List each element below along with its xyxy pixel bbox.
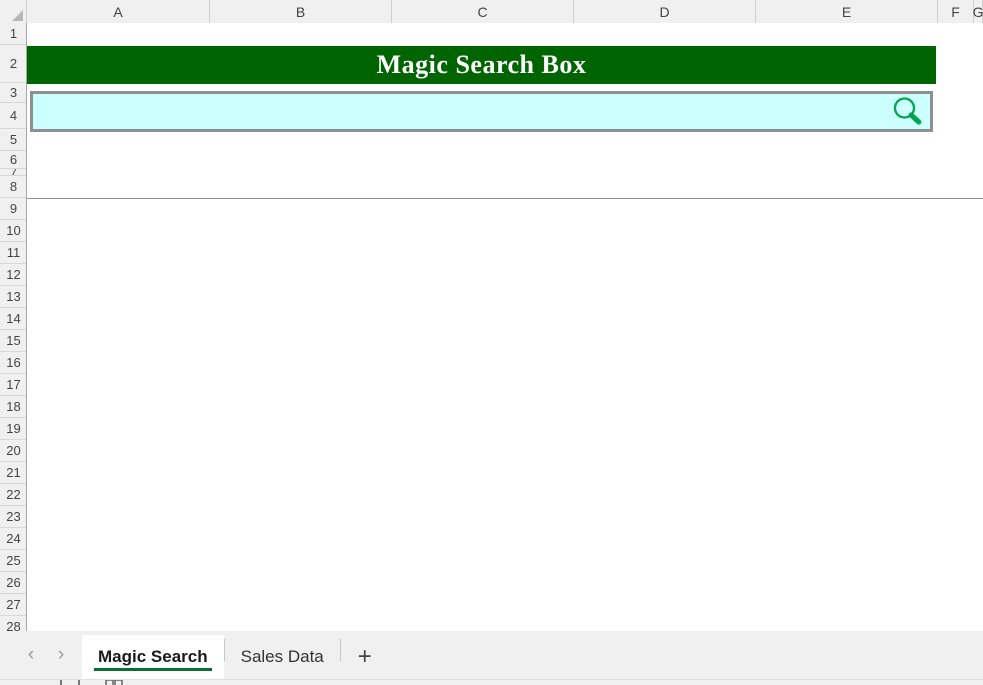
column-header-g[interactable]: G — [972, 0, 983, 23]
row-header-1[interactable]: 1 — [0, 23, 26, 45]
row-header-18[interactable]: 18 — [0, 396, 26, 418]
row-header-label: 19 — [6, 421, 21, 436]
column-header-c[interactable]: C — [392, 0, 574, 23]
column-header-label: C — [477, 3, 488, 20]
row-header-label: 27 — [6, 597, 21, 612]
row-header-3[interactable]: 3 — [0, 83, 26, 103]
active-tab-underline — [94, 668, 212, 671]
sheet-tab-label: Sales Data — [240, 647, 324, 666]
row-header-22[interactable]: 22 — [0, 484, 26, 506]
row-header-label: 8 — [9, 179, 18, 194]
sheet-tab-label: Magic Search — [98, 647, 208, 666]
page-layout-icon[interactable] — [104, 679, 124, 685]
row-header-28[interactable]: 28 — [0, 616, 26, 631]
row-header-label: 24 — [6, 531, 21, 546]
search-input[interactable] — [33, 94, 884, 129]
sheet-tabs-list: Magic Search Sales Data — [82, 631, 341, 679]
column-header-label: A — [113, 3, 123, 20]
column-header-b[interactable]: B — [210, 0, 392, 23]
sheet-tab-sales-data[interactable]: Sales Data — [225, 635, 340, 679]
row-header-13[interactable]: 13 — [0, 286, 26, 308]
row-header-label: 5 — [9, 132, 18, 147]
row-header-10[interactable]: 10 — [0, 220, 26, 242]
row-header-14[interactable]: 14 — [0, 308, 26, 330]
page-break-divider — [27, 198, 983, 199]
column-header-f[interactable]: F — [938, 0, 974, 23]
row-header-label: 15 — [6, 333, 21, 348]
sheet-tab-magic-search[interactable]: Magic Search — [82, 635, 224, 679]
row-header-label: 10 — [6, 223, 21, 238]
page-title: Magic Search Box — [376, 50, 587, 79]
row-header-20[interactable]: 20 — [0, 440, 26, 462]
row-header-label: 16 — [6, 355, 21, 370]
select-all-triangle-icon — [12, 10, 23, 21]
column-header-e[interactable]: E — [756, 0, 938, 23]
spreadsheet-window: ABCDEFG 12345678910111213141516171819202… — [0, 0, 983, 685]
row-header-label: 11 — [6, 245, 21, 260]
row-header-label: 13 — [6, 289, 21, 304]
row-header-label: 2 — [9, 56, 18, 71]
row-header-5[interactable]: 5 — [0, 129, 26, 151]
row-header-12[interactable]: 12 — [0, 264, 26, 286]
magnifier-icon — [893, 96, 922, 125]
search-button[interactable] — [884, 94, 930, 129]
row-header-26[interactable]: 26 — [0, 572, 26, 594]
column-header-label: G — [972, 3, 983, 20]
row-header-16[interactable]: 16 — [0, 352, 26, 374]
column-header-label: E — [841, 3, 852, 20]
select-all-button[interactable] — [0, 0, 27, 23]
row-header-label: 9 — [9, 201, 18, 216]
row-header-label: 25 — [6, 553, 21, 568]
row-header-21[interactable]: 21 — [0, 462, 26, 484]
row-header-27[interactable]: 27 — [0, 594, 26, 616]
row-header-label: 22 — [6, 487, 21, 502]
column-header-label: F — [951, 3, 960, 20]
row-header-17[interactable]: 17 — [0, 374, 26, 396]
status-bar — [0, 679, 983, 685]
row-header-label: 26 — [6, 575, 21, 590]
column-header-row: A B C D E FG — [0, 0, 983, 23]
row-header-11[interactable]: 11 — [0, 242, 26, 264]
view-mode-buttons — [60, 679, 124, 685]
row-header-label: 18 — [6, 399, 21, 414]
row-header-column: 1234567891011121314151617181920212223242… — [0, 23, 27, 631]
row-header-9[interactable]: 9 — [0, 198, 26, 220]
row-header-2[interactable]: 2 — [0, 45, 26, 83]
row-header-6[interactable]: 6 — [0, 151, 26, 169]
row-header-4[interactable]: 4 — [0, 103, 26, 129]
column-header-label: B — [295, 3, 306, 20]
column-header-a[interactable]: A — [27, 0, 210, 23]
row-header-label: 28 — [6, 619, 21, 631]
row-header-7[interactable]: 7 — [0, 169, 26, 176]
previous-sheet-button[interactable]: ‹ — [16, 635, 46, 675]
sheet-nav-buttons: ‹ › — [0, 631, 76, 679]
row-header-label: 17 — [6, 377, 21, 392]
column-header-label: D — [659, 3, 670, 20]
row-header-label: 20 — [6, 443, 21, 458]
title-banner: Magic Search Box — [27, 46, 936, 84]
row-header-label: 12 — [6, 267, 21, 282]
row-header-8[interactable]: 8 — [0, 176, 26, 198]
row-header-25[interactable]: 25 — [0, 550, 26, 572]
row-header-24[interactable]: 24 — [0, 528, 26, 550]
add-sheet-button[interactable]: + — [341, 635, 389, 679]
next-sheet-button[interactable]: › — [46, 635, 76, 675]
row-header-label: 1 — [9, 26, 18, 41]
row-header-19[interactable]: 19 — [0, 418, 26, 440]
grid-body[interactable]: Magic Search Box — [27, 23, 983, 631]
row-header-label: 6 — [9, 152, 18, 167]
row-header-label: 23 — [6, 509, 21, 524]
row-header-label: 21 — [6, 465, 21, 480]
sheet-tab-bar: ‹ › Magic Search Sales Data + — [0, 631, 983, 679]
row-header-23[interactable]: 23 — [0, 506, 26, 528]
search-box[interactable] — [30, 91, 933, 132]
row-header-label: 3 — [9, 85, 18, 100]
row-header-label: 4 — [9, 108, 18, 123]
column-header-d[interactable]: D — [574, 0, 756, 23]
normal-view-icon[interactable] — [60, 679, 80, 685]
row-header-label: 14 — [6, 311, 21, 326]
row-header-15[interactable]: 15 — [0, 330, 26, 352]
row-header-label: 7 — [10, 169, 17, 175]
